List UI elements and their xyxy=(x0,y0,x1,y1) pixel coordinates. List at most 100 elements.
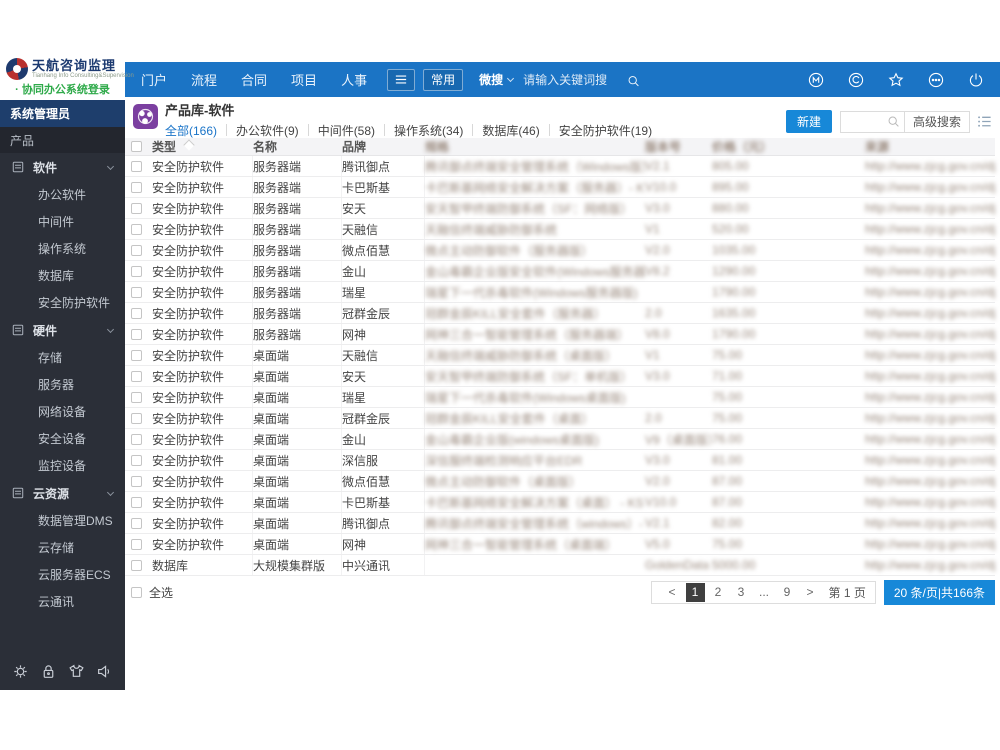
tab-os[interactable]: 操作系统(34) xyxy=(394,122,463,139)
list-view-icon[interactable] xyxy=(977,114,992,129)
cell-source-link[interactable]: http://www.zjcg.gov.cn/djg/ xyxy=(865,390,995,404)
row-checkbox[interactable] xyxy=(131,370,142,382)
sidebar-item-cloud-comm[interactable]: 云通讯 xyxy=(0,588,125,615)
tab-database[interactable]: 数据库(46) xyxy=(482,122,539,139)
row-checkbox[interactable] xyxy=(131,433,142,445)
settings-gear-icon[interactable] xyxy=(12,663,29,680)
cell-source-link[interactable]: http://www.zjcg.gov.cn/djg/ xyxy=(865,243,995,257)
row-checkbox[interactable] xyxy=(131,223,142,235)
tab-office-software[interactable]: 办公软件(9) xyxy=(236,122,299,139)
row-checkbox[interactable] xyxy=(131,454,142,466)
page-button-3[interactable]: 3 xyxy=(732,583,751,602)
cell-source-link[interactable]: http://www.zjcg.gov.cn/djg/ xyxy=(865,558,995,572)
sidebar-item-office-software[interactable]: 办公软件 xyxy=(0,181,125,208)
search-icon[interactable] xyxy=(887,112,904,132)
cell-source-link[interactable]: http://www.zjcg.gov.cn/djg/ xyxy=(865,474,995,488)
row-checkbox[interactable] xyxy=(131,349,142,361)
page-size-summary[interactable]: 20 条/页|共166条 xyxy=(883,579,995,605)
sidebar-item-monitor-device[interactable]: 监控设备 xyxy=(0,452,125,479)
m-badge-icon[interactable] xyxy=(808,72,824,88)
cell-source-link[interactable]: http://www.zjcg.gov.cn/djg/ xyxy=(865,453,995,467)
row-checkbox[interactable] xyxy=(131,181,142,193)
power-logout-icon[interactable] xyxy=(968,72,984,88)
row-checkbox[interactable] xyxy=(131,160,142,172)
cell-source-link[interactable]: http://www.zjcg.gov.cn/djg/ xyxy=(865,537,995,551)
nav-hr[interactable]: 人事 xyxy=(329,70,379,89)
row-checkbox[interactable] xyxy=(131,391,142,403)
row-checkbox[interactable] xyxy=(131,328,142,340)
cell-source-link[interactable]: http://www.zjcg.gov.cn/djg/ xyxy=(865,411,995,425)
search-input[interactable] xyxy=(523,72,628,87)
sidebar-group-software[interactable]: 软件 xyxy=(0,153,125,181)
sidebar-group-hardware[interactable]: 硬件 xyxy=(0,316,125,344)
sidebar-section-product[interactable]: 产品 xyxy=(0,127,125,153)
favorite-star-icon[interactable] xyxy=(888,72,904,88)
page-prev-button[interactable]: < xyxy=(663,583,682,602)
sidebar-item-ecs[interactable]: 云服务器ECS xyxy=(0,561,125,588)
nav-process[interactable]: 流程 xyxy=(179,70,229,89)
new-button[interactable]: 新建 xyxy=(785,110,832,133)
sidebar-group-cloud[interactable]: 云资源 xyxy=(0,479,125,507)
select-all-checkbox[interactable] xyxy=(131,586,142,598)
cell-source-link[interactable]: http://www.zjcg.gov.cn/djg/ xyxy=(865,348,995,362)
sidebar-item-os[interactable]: 操作系统 xyxy=(0,235,125,262)
cell-source-link[interactable]: http://www.zjcg.gov.cn/djg/ xyxy=(865,159,995,173)
cell-source-link[interactable]: http://www.zjcg.gov.cn/djg/ xyxy=(865,369,995,383)
sidebar-item-network-device[interactable]: 网络设备 xyxy=(0,398,125,425)
page-button-1[interactable]: 1 xyxy=(685,582,705,602)
oa-login-link[interactable]: · 协同办公系统登录 xyxy=(0,81,125,97)
cell-source-link[interactable]: http://www.zjcg.gov.cn/djg/ xyxy=(865,516,995,530)
row-checkbox[interactable] xyxy=(131,244,142,256)
sidebar-item-dms[interactable]: 数据管理DMS xyxy=(0,507,125,534)
nav-menu-button[interactable] xyxy=(387,68,416,91)
row-checkbox[interactable] xyxy=(131,202,142,214)
select-all-header-checkbox[interactable] xyxy=(131,141,142,152)
sidebar-item-server[interactable]: 服务器 xyxy=(0,371,125,398)
row-checkbox[interactable] xyxy=(131,286,142,298)
search-icon[interactable] xyxy=(627,73,640,87)
row-checkbox[interactable] xyxy=(131,517,142,529)
sidebar-item-storage[interactable]: 存储 xyxy=(0,344,125,371)
cell-source-link[interactable]: http://www.zjcg.gov.cn/djg/ xyxy=(865,495,995,509)
tab-all[interactable]: 全部(166) xyxy=(165,122,217,139)
row-checkbox[interactable] xyxy=(131,538,142,550)
cell-source-link[interactable]: http://www.zjcg.gov.cn/djg/ xyxy=(865,285,995,299)
lock-icon[interactable] xyxy=(40,663,57,680)
row-checkbox[interactable] xyxy=(131,559,142,571)
nav-contract[interactable]: 合同 xyxy=(229,70,279,89)
sidebar-item-cloud-storage[interactable]: 云存储 xyxy=(0,534,125,561)
page-next-button[interactable]: > xyxy=(801,583,820,602)
row-checkbox[interactable] xyxy=(131,265,142,277)
cell-name: 服务器端 xyxy=(253,156,342,176)
more-options-icon[interactable] xyxy=(928,72,944,88)
page-button-2[interactable]: 2 xyxy=(709,583,728,602)
sidebar-item-middleware[interactable]: 中间件 xyxy=(0,208,125,235)
sidebar-item-database[interactable]: 数据库 xyxy=(0,262,125,289)
cell-source-link[interactable]: http://www.zjcg.gov.cn/djg/ xyxy=(865,180,995,194)
cell-source-link[interactable]: http://www.zjcg.gov.cn/djg/ xyxy=(865,327,995,341)
message-icon[interactable] xyxy=(848,72,864,88)
tab-security-software[interactable]: 安全防护软件(19) xyxy=(559,122,652,139)
search-scope-dropdown[interactable]: 微搜 xyxy=(479,71,515,88)
theme-tshirt-icon[interactable] xyxy=(68,663,85,680)
row-checkbox[interactable] xyxy=(131,307,142,319)
quick-search-input[interactable] xyxy=(840,111,887,132)
tab-middleware[interactable]: 中间件(58) xyxy=(318,122,375,139)
cell-source-link[interactable]: http://www.zjcg.gov.cn/djg/ xyxy=(865,264,995,278)
row-checkbox[interactable] xyxy=(131,412,142,424)
nav-portal[interactable]: 门户 xyxy=(129,70,179,89)
cell-source-link[interactable]: http://www.zjcg.gov.cn/djg/ xyxy=(865,432,995,446)
sidebar-item-security-device[interactable]: 安全设备 xyxy=(0,425,125,452)
cell-source-link[interactable]: http://www.zjcg.gov.cn/djg/ xyxy=(865,201,995,215)
cell-source-link[interactable]: http://www.zjcg.gov.cn/djg/ xyxy=(865,222,995,236)
col-price: 价格（元） xyxy=(712,140,773,154)
row-checkbox[interactable] xyxy=(131,475,142,487)
advanced-search-button[interactable]: 高级搜索 xyxy=(903,111,969,132)
nav-project[interactable]: 项目 xyxy=(279,70,329,89)
sound-speaker-icon[interactable] xyxy=(96,663,113,680)
row-checkbox[interactable] xyxy=(131,496,142,508)
nav-favorites-button[interactable]: 常用 xyxy=(423,68,464,91)
sidebar-item-security-software[interactable]: 安全防护软件 xyxy=(0,289,125,316)
page-button-9[interactable]: 9 xyxy=(778,583,797,602)
cell-source-link[interactable]: http://www.zjcg.gov.cn/djg/ xyxy=(865,306,995,320)
